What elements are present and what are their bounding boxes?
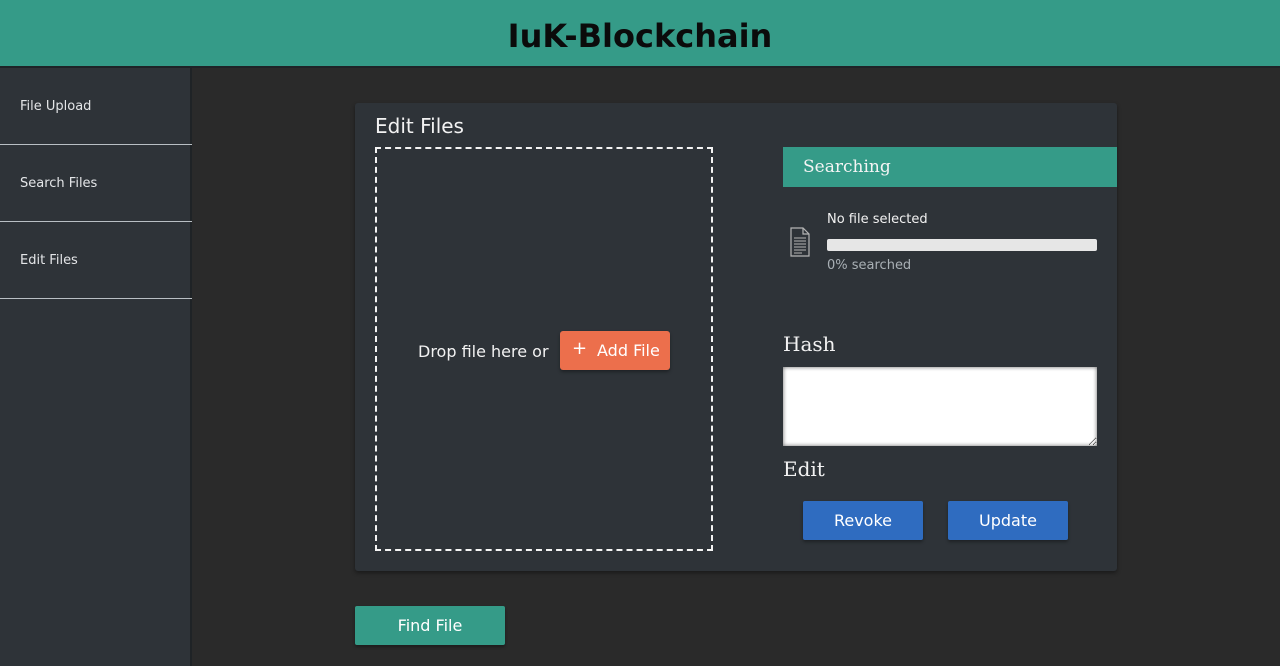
sidebar: File Upload Search Files Edit Files — [0, 68, 192, 666]
dropzone-text: Drop file here or — [418, 342, 549, 361]
edit-label: Edit — [783, 457, 825, 481]
sidebar-item-edit-files[interactable]: Edit Files — [0, 222, 192, 299]
sidebar-item-label: Edit Files — [20, 253, 78, 268]
search-progress-text: 0% searched — [827, 258, 912, 273]
selected-file-name: No file selected — [827, 212, 928, 227]
card-title: Edit Files — [375, 114, 464, 138]
add-file-button[interactable]: + Add File — [560, 331, 670, 370]
sidebar-item-search-files[interactable]: Search Files — [0, 145, 192, 222]
update-button[interactable]: Update — [948, 501, 1068, 540]
document-icon — [790, 227, 810, 257]
status-header-label: Searching — [803, 157, 891, 177]
search-progress-bar — [827, 239, 1097, 251]
revoke-button[interactable]: Revoke — [803, 501, 923, 540]
file-dropzone[interactable]: Drop file here or + Add File — [375, 147, 713, 551]
find-file-button[interactable]: Find File — [355, 606, 505, 645]
plus-icon: + — [572, 338, 588, 359]
status-header: Searching — [783, 147, 1117, 187]
sidebar-item-label: Search Files — [20, 176, 98, 191]
hash-field[interactable] — [783, 367, 1097, 446]
app-title: IuK-Blockchain — [507, 17, 773, 55]
sidebar-item-label: File Upload — [20, 99, 92, 114]
hash-label: Hash — [783, 332, 836, 356]
edit-files-card: Edit Files Drop file here or + Add File … — [355, 103, 1117, 571]
sidebar-item-file-upload[interactable]: File Upload — [0, 68, 192, 145]
app-header: IuK-Blockchain — [0, 0, 1280, 68]
add-file-label: Add File — [597, 341, 660, 360]
